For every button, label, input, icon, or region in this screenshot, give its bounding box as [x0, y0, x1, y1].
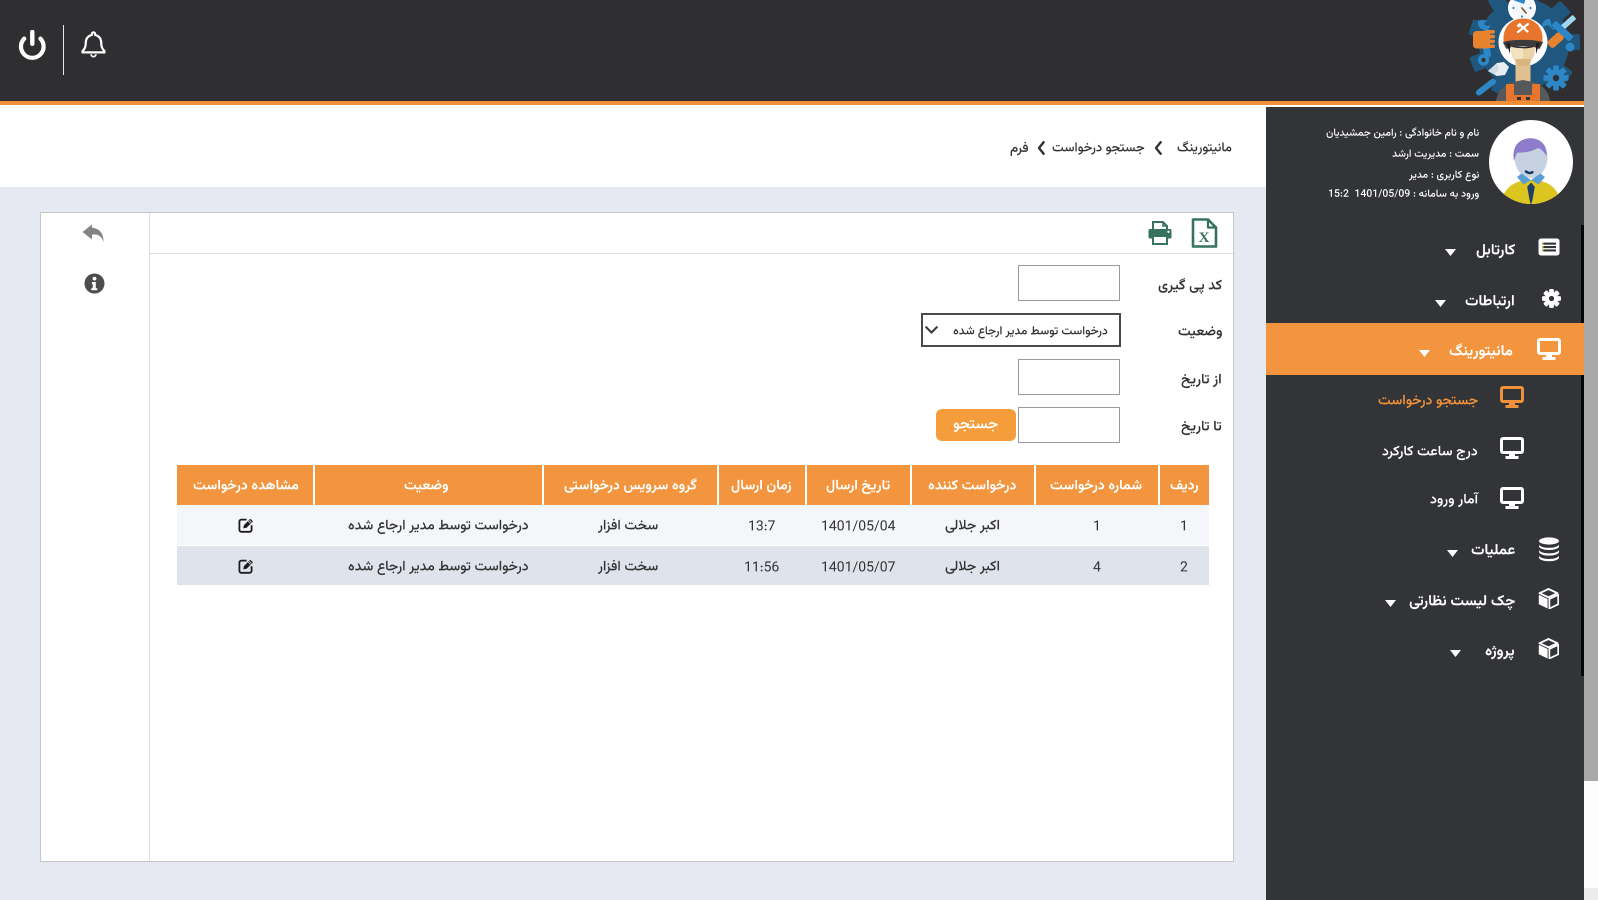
svg-text:X: X: [1199, 230, 1210, 246]
